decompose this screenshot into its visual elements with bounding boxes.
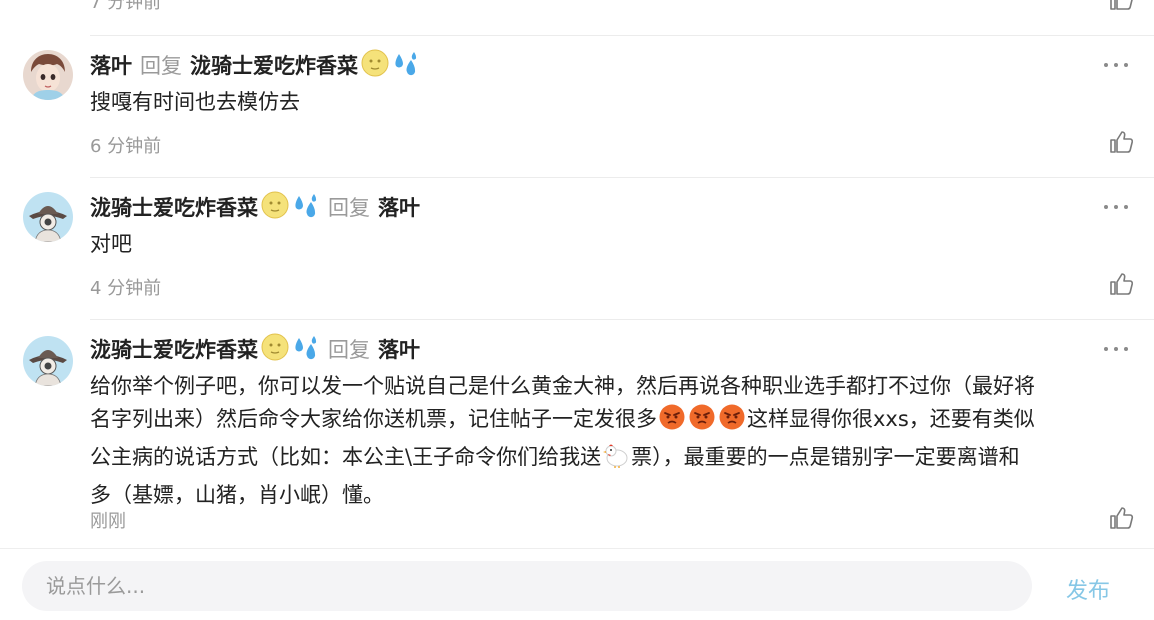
- comment-time: 6 分钟前: [90, 136, 162, 157]
- reply-target-name[interactable]: 落叶: [378, 334, 420, 364]
- comment-text-line: 给你举个例子吧，你可以发一个贴说自己是什么黄金大神，然后再说各种职业选手都打不过…: [90, 374, 1035, 398]
- author-name[interactable]: 泷骑士爱吃炸香菜: [90, 334, 258, 364]
- author-name[interactable]: 落叶: [90, 50, 132, 80]
- comment-text: 给你举个例子吧，你可以发一个贴说自己是什么黄金大神，然后再说各种职业选手都打不过…: [90, 370, 1130, 512]
- comment-text-line: 名字列出来）然后命令大家给你送机票，记住帖子一定发很多 这样显得你很xxs，还要有…: [90, 403, 1130, 441]
- comment-header: 泷骑士爱吃炸香菜 回复 落叶: [90, 190, 420, 225]
- comment-item: 泷骑士爱吃炸香菜 回复 落叶 给你举个例子吧，你可以发一个贴说自己是什么黄金大神…: [0, 320, 1154, 548]
- comment-text-line: 公主病的说话方式（比如：本公主\王子命令你们给我送 票），最重要的一点是错别字一定…: [90, 441, 1130, 479]
- previous-comment-partial: 7 分钟前: [0, 0, 1154, 36]
- comment-item: 落叶 回复 泷骑士爱吃炸香菜 搜嘎有时间也去模仿去 6 分钟前: [0, 36, 1154, 178]
- angry-face-emoji: [718, 403, 746, 441]
- thumbs-up-icon[interactable]: [1108, 129, 1134, 159]
- comment-time: 4 分钟前: [90, 278, 162, 299]
- more-dots-icon[interactable]: [1104, 345, 1128, 353]
- avatar[interactable]: [23, 50, 73, 100]
- comment-time: 7 分钟前: [90, 0, 162, 13]
- comment-header: 泷骑士爱吃炸香菜 回复 落叶: [90, 332, 420, 367]
- comment-text-segment: 票），最重要的一点是错别字一定要离谱和: [631, 445, 1020, 469]
- name-emojis: [260, 332, 320, 367]
- sweat-droplets-emoji: [290, 332, 320, 367]
- comment-text-line: 多（基嫖，山猪，肖小岷）懂。: [90, 483, 384, 507]
- publish-button[interactable]: 发布: [1066, 573, 1110, 605]
- comment-text: 搜嘎有时间也去模仿去: [90, 90, 300, 114]
- author-name[interactable]: 泷骑士爱吃炸香菜: [90, 192, 258, 222]
- thumbs-up-icon[interactable]: [1108, 505, 1134, 535]
- reply-label: 回复: [328, 196, 370, 220]
- comment-item: 泷骑士爱吃炸香菜 回复 落叶 对吧 4 分钟前: [0, 178, 1154, 320]
- sweat-droplets-emoji: [290, 190, 320, 225]
- name-emojis: [260, 190, 320, 225]
- chicken-emoji: [602, 441, 630, 479]
- comment-text: 对吧: [90, 232, 132, 256]
- reply-target-name[interactable]: 泷骑士爱吃炸香菜: [190, 50, 358, 80]
- reply-target-name[interactable]: 落叶: [378, 192, 420, 222]
- comment-text-segment: 名字列出来）然后命令大家给你送机票，记住帖子一定发很多: [90, 407, 657, 431]
- more-dots-icon[interactable]: [1104, 61, 1128, 69]
- thumbs-up-icon[interactable]: [1108, 0, 1134, 16]
- comment-time: 刚刚: [90, 511, 126, 532]
- comment-input-bar: 说点什么... 发布: [0, 548, 1154, 620]
- avatar[interactable]: [23, 336, 73, 386]
- moon-face-emoji: [360, 48, 390, 83]
- angry-face-emoji: [658, 403, 686, 441]
- comment-text-segment: 这样显得你很xxs，还要有类似: [747, 407, 1035, 431]
- comment-text-segment: 公主病的说话方式（比如：本公主\王子命令你们给我送: [90, 445, 602, 469]
- sweat-droplets-emoji: [390, 48, 420, 83]
- angry-face-emoji: [688, 403, 716, 441]
- comment-input[interactable]: 说点什么...: [22, 561, 1032, 611]
- comment-header: 落叶 回复 泷骑士爱吃炸香菜: [90, 48, 420, 83]
- reply-label: 回复: [328, 338, 370, 362]
- moon-face-emoji: [260, 332, 290, 367]
- thumbs-up-icon[interactable]: [1108, 271, 1134, 301]
- moon-face-emoji: [260, 190, 290, 225]
- name-emojis: [360, 48, 420, 83]
- comment-thread-page: 7 分钟前 落叶 回复 泷骑士爱吃炸香菜 搜嘎有时间也去模仿去 6 分钟前 泷骑…: [0, 0, 1154, 620]
- more-dots-icon[interactable]: [1104, 203, 1128, 211]
- avatar[interactable]: [23, 192, 73, 242]
- reply-label: 回复: [140, 54, 182, 78]
